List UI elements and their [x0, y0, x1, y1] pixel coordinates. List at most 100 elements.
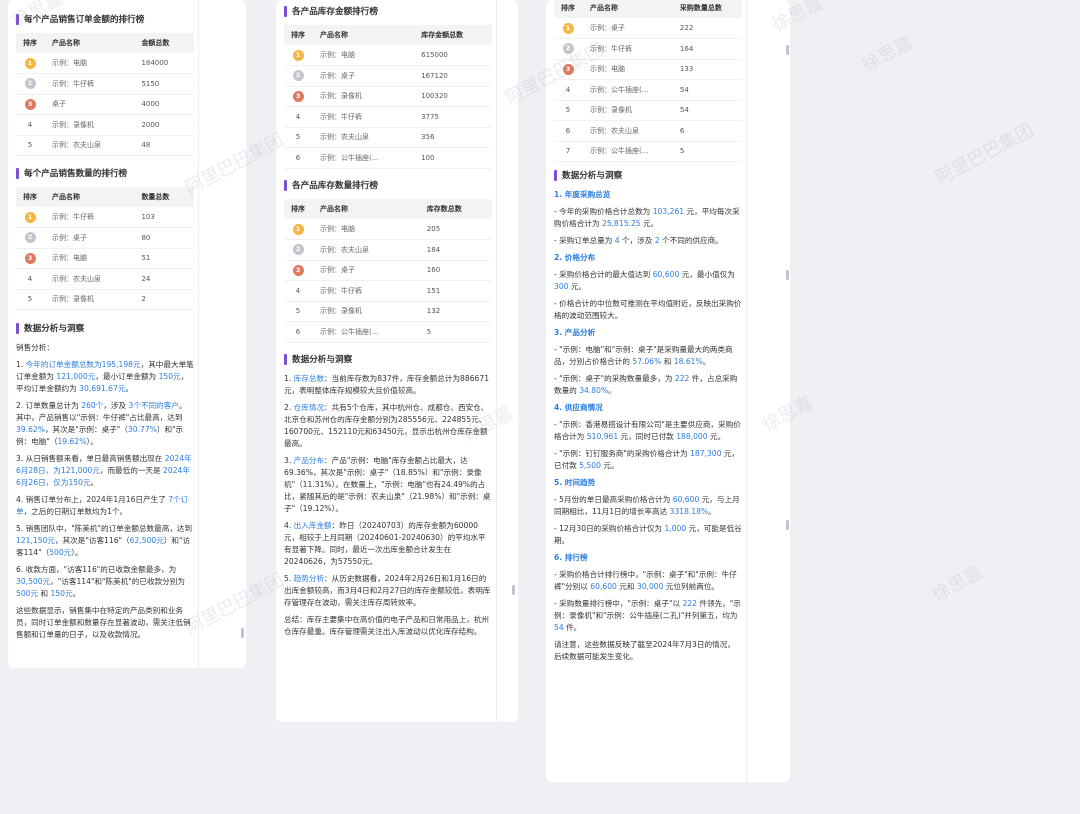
- scrollbar-thumb[interactable]: [512, 585, 515, 595]
- inventory-amount-ranking: 各产品库存金额排行榜 排序 产品名称 库存金额总数 1 示例：电脑 615000 2 示例：桌…: [284, 4, 492, 169]
- section-heading: 数据分析与洞察: [16, 321, 194, 335]
- inventory-amount-table: 排序 产品名称 库存金额总数 1 示例：电脑 615000 2 示例：桌子 167120 3 示例：…: [284, 25, 492, 169]
- analysis-paragraph: 4. 销售订单分布上，2024年1月16日产生了 7个订单，之后的日期订单数均为…: [16, 495, 189, 516]
- value-cell: 100320: [413, 86, 492, 107]
- rank-cell: 1: [16, 53, 44, 74]
- table-row: 4 示例：录像机 2000: [16, 114, 194, 136]
- rank-cell: 1: [16, 207, 44, 228]
- value-cell: 2: [133, 289, 194, 310]
- column-header: 库存金额总数: [413, 25, 492, 45]
- analysis-paragraph: 3. 从日销售额来看，单日最高销售额出现在 2024年6月28日，为121,00…: [16, 454, 192, 487]
- value-cell: 5: [418, 321, 492, 343]
- scrollbar-thumb[interactable]: [786, 520, 789, 530]
- highlight-value: 今年的订单金额总数为195,198元: [25, 360, 141, 369]
- value-cell: 80: [133, 227, 194, 249]
- value-cell: 167120: [413, 65, 492, 87]
- product-name-cell: 示例：桌子: [312, 260, 419, 281]
- column-header: 产品名称: [582, 0, 672, 18]
- highlight-value: 121,150元: [16, 536, 55, 545]
- highlight-value: 仓库情况: [293, 403, 325, 412]
- product-name-cell: 示例：农夫山泉: [582, 120, 672, 142]
- table-row: 4 示例：农夫山泉 24: [16, 268, 194, 290]
- section-heading: 数据分析与洞察: [554, 168, 742, 182]
- watermark-text: 徐思嘉: [928, 562, 987, 607]
- column-header: 排序: [16, 187, 44, 207]
- rank-medal-icon: 3: [24, 98, 36, 110]
- rank-medal-icon: 2: [24, 232, 36, 244]
- value-cell: 4000: [133, 94, 194, 115]
- highlight-value: 18.61%: [673, 357, 703, 366]
- analysis-paragraph: 6. 收款方面，"访客116"的已收款金额最多，为 30,500元，"访客114…: [16, 565, 185, 598]
- analysis-subheading: 2. 价格分布: [554, 253, 596, 262]
- highlight-value: 60,600: [652, 270, 680, 279]
- panel-inventory-content: 各产品库存金额排行榜 排序 产品名称 库存金额总数 1 示例：电脑 615000 2 示例：桌…: [276, 0, 496, 722]
- column-header: 排序: [554, 0, 582, 18]
- column-header: 排序: [284, 199, 312, 219]
- rank-cell: 2: [284, 65, 312, 87]
- column-header: 排序: [16, 33, 44, 53]
- analysis-paragraph: 这些数据显示，销售集中在特定的产品类别和业务员，同时订单金额和数量存在显著波动，…: [16, 606, 191, 639]
- column-header: 产品名称: [312, 25, 414, 45]
- value-cell: 356: [413, 127, 492, 148]
- value-cell: 160: [418, 260, 492, 281]
- table-row: 3 桌子 4000: [16, 94, 194, 115]
- value-cell: 151: [418, 280, 492, 302]
- highlight-value: 5,500: [579, 461, 601, 470]
- table-row: 2 示例：桌子 80: [16, 227, 194, 249]
- rank-cell: 2: [554, 38, 582, 60]
- highlight-value: 103,261: [652, 207, 685, 216]
- section-heading: 各产品库存数量排行榜: [284, 178, 492, 192]
- scrollbar-thumb[interactable]: [241, 628, 244, 638]
- watermark-text: 徐思嘉: [858, 32, 917, 77]
- table-row: 4 示例：牛仔裤 3775: [284, 106, 492, 128]
- panel-sales: 每个产品销售订单金额的排行榜 排序 产品名称 金额总数 1 示例：电脑 184000 2 示例…: [8, 0, 246, 668]
- table-row: 1 示例：电脑 615000: [284, 45, 492, 66]
- rank-cell: 1: [554, 18, 582, 39]
- table-row: 1 示例：电脑 184000: [16, 53, 194, 74]
- product-name-cell: 示例：电脑: [312, 219, 419, 240]
- analysis-paragraph: - "示例：香港易搭设计有限公司"是主要供应商，采购价格合计为 510,961 …: [554, 420, 741, 441]
- rank-medal-icon: 2: [292, 70, 304, 82]
- highlight-value: 库存总数: [293, 374, 325, 383]
- table-row: 1 示例：桌子 222: [554, 18, 742, 39]
- table-row: 3 示例：录像机 100320: [284, 86, 492, 107]
- purchase-quantity-ranking: 排序 产品名称 采购数量总数 1 示例：桌子 222 2 示例：牛仔裤 164 3 示例：电脑 133…: [554, 0, 742, 162]
- rank-medal-icon: 2: [292, 244, 304, 256]
- highlight-value: 188,000: [676, 432, 708, 441]
- rank-cell: 4: [554, 79, 582, 101]
- value-cell: 103: [133, 207, 194, 228]
- rank-medal-icon: 1: [24, 57, 36, 69]
- product-name-cell: 示例：牛仔裤: [44, 73, 134, 95]
- scrollbar-thumb[interactable]: [786, 45, 789, 55]
- rank-cell: 5: [284, 127, 312, 148]
- inventory-quantity-ranking: 各产品库存数量排行榜 排序 产品名称 库存数总数 1 示例：电脑 205 2 示例：农夫山泉 1…: [284, 178, 492, 343]
- sales-amount-table: 排序 产品名称 金额总数 1 示例：电脑 184000 2 示例：牛仔裤 5150 3 桌子 4000…: [16, 33, 194, 156]
- analysis-text: 1. 库存总数：当前库存数为837件，库存金额总计为886671元，表明整体库存…: [284, 373, 492, 638]
- value-cell: 5150: [133, 73, 194, 95]
- product-name-cell: 示例：公牛插座(...: [582, 141, 672, 162]
- analysis-intro: 销售分析：: [16, 343, 54, 352]
- analysis-paragraph: - 12月30日的采购价格合计仅为 1,000 元，可能是低谷期。: [554, 524, 742, 545]
- rank-cell: 6: [554, 120, 582, 142]
- analysis-paragraph: 请注意，这些数据反映了截至2024年7月3日的情况，后续数据可能发生变化。: [554, 640, 735, 661]
- rank-cell: 4: [284, 280, 312, 302]
- table-row: 7 示例：公牛插座(... 5: [554, 141, 742, 162]
- value-cell: 184: [418, 239, 492, 261]
- highlight-value: 34.80%: [579, 386, 609, 395]
- sales-amount-ranking: 每个产品销售订单金额的排行榜 排序 产品名称 金额总数 1 示例：电脑 184000 2 示例…: [16, 12, 194, 156]
- highlight-value: 222: [682, 599, 697, 608]
- highlight-value: 150元: [50, 589, 73, 598]
- analysis-paragraph: 3. 产品分布：产品"示例：电脑"库存金额占比最大，达69.36%，其次是"示例…: [284, 456, 491, 513]
- table-row: 2 示例：牛仔裤 5150: [16, 73, 194, 95]
- rank-medal-icon: 1: [292, 223, 304, 235]
- rank-cell: 5: [16, 289, 44, 310]
- highlight-value: 62,500元: [129, 536, 164, 545]
- analysis-text: 1. 年度采购总览 - 今年的采购价格合计总数为 103,261 元，平均每次采购…: [554, 189, 742, 663]
- product-name-cell: 示例：录像机: [44, 114, 134, 136]
- section-heading: 各产品库存金额排行榜: [284, 4, 492, 18]
- rank-medal-icon: 3: [24, 252, 36, 264]
- rank-cell: 4: [16, 268, 44, 290]
- scrollbar-thumb[interactable]: [786, 270, 789, 280]
- analysis-paragraph: 5. 趋势分析：从历史数据看，2024年2月26日和1月16日的出库金额较高，而…: [284, 574, 491, 607]
- rank-cell: 6: [284, 147, 312, 169]
